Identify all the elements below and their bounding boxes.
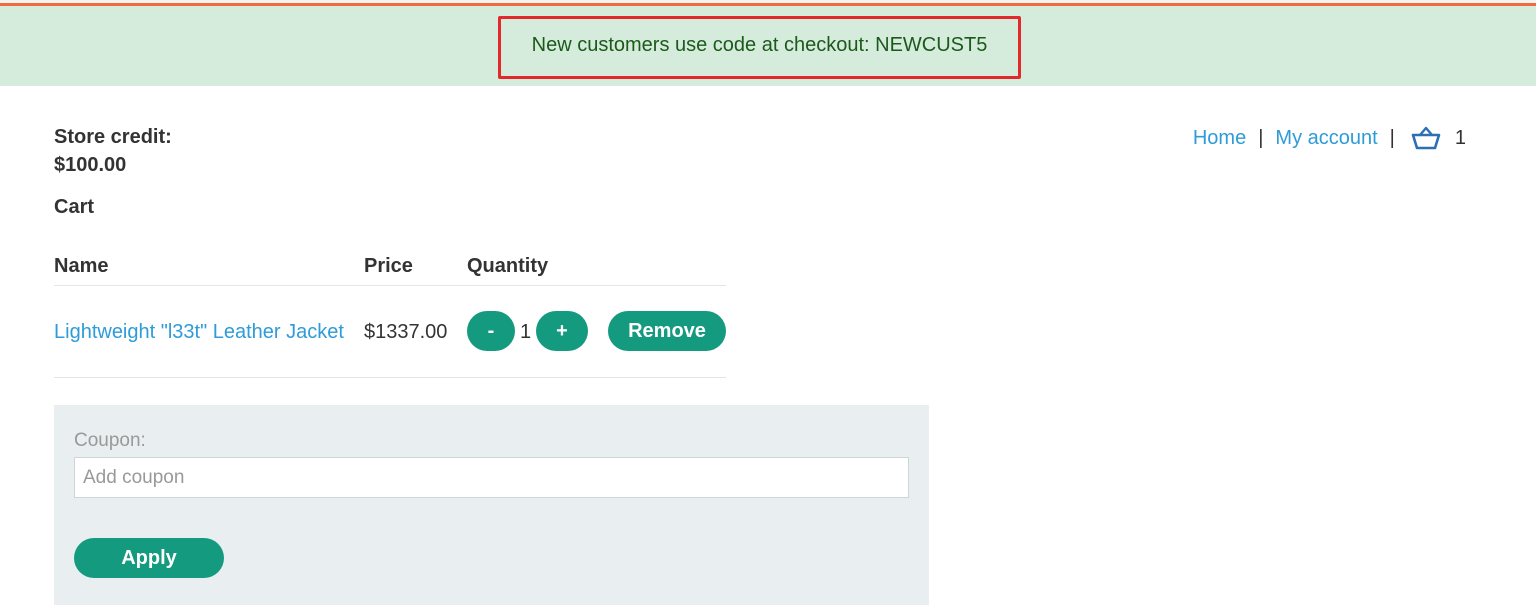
coupon-label: Coupon:	[74, 430, 146, 451]
store-credit-value: $100.00	[54, 154, 127, 176]
basket-icon[interactable]	[1411, 126, 1441, 150]
remove-item-button[interactable]: Remove	[608, 311, 726, 351]
table-row: Lightweight "l33t" Leather Jacket $1337.…	[54, 286, 726, 378]
column-header-quantity: Quantity	[467, 255, 549, 277]
nav-separator: |	[1258, 126, 1264, 149]
column-header-name: Name	[54, 255, 109, 277]
column-header-price: Price	[364, 255, 413, 277]
decrease-quantity-button[interactable]: -	[467, 311, 515, 351]
cart-table-header: Name Price Quantity	[54, 246, 726, 286]
cart-title: Cart	[54, 196, 95, 218]
promo-text: New customers use code at checkout: NEWC…	[531, 34, 988, 56]
top-nav: Home | My account | 1	[1193, 126, 1466, 150]
store-credit-label: Store credit:	[54, 126, 172, 148]
top-accent-bar	[0, 0, 1536, 6]
coupon-input[interactable]	[74, 457, 909, 498]
increase-quantity-button[interactable]: +	[536, 311, 588, 351]
cart-count: 1	[1454, 126, 1466, 149]
coupon-panel: Coupon: Apply	[54, 405, 929, 605]
quantity-value: 1	[520, 321, 532, 343]
cart-table: Name Price Quantity Lightweight "l33t" L…	[54, 246, 726, 378]
nav-separator: |	[1389, 126, 1395, 149]
promo-banner: New customers use code at checkout: NEWC…	[0, 6, 1536, 86]
nav-my-account-link[interactable]: My account	[1275, 127, 1377, 150]
nav-home-link[interactable]: Home	[1193, 127, 1246, 150]
product-price: $1337.00	[364, 321, 448, 343]
promo-highlight-box: New customers use code at checkout: NEWC…	[498, 16, 1021, 79]
apply-coupon-button[interactable]: Apply	[74, 538, 224, 578]
product-name-link[interactable]: Lightweight "l33t" Leather Jacket	[54, 321, 344, 344]
